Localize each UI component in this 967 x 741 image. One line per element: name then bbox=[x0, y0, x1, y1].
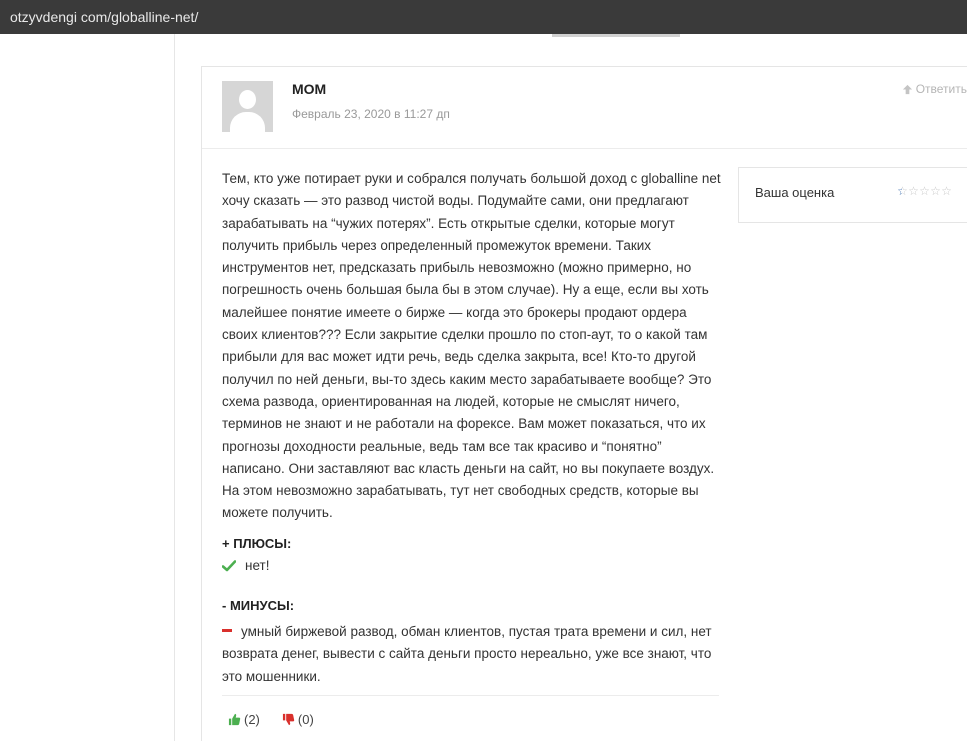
star-icon[interactable]: ☆ bbox=[941, 184, 952, 198]
upvote-count: (2) bbox=[244, 712, 260, 727]
top-divider bbox=[552, 34, 680, 37]
comment-author[interactable]: MOM bbox=[292, 81, 326, 97]
cons-item: умный биржевой развод, обман клиентов, п… bbox=[222, 621, 722, 688]
comment-date[interactable]: Февраль 23, 2020 в 11:27 дп bbox=[292, 107, 450, 121]
cons-text: умный биржевой развод, обман клиентов, п… bbox=[222, 624, 712, 684]
url-text: otzyvdengi com/globalline-net/ bbox=[10, 9, 199, 25]
pros-text: нет! bbox=[245, 558, 270, 573]
reply-label: Ответить bbox=[915, 82, 967, 96]
comment-header: MOM Февраль 23, 2020 в 11:27 дп Ответить bbox=[202, 67, 967, 149]
comment-card: MOM Февраль 23, 2020 в 11:27 дп Ответить… bbox=[201, 66, 967, 741]
downvote-button[interactable]: (0) bbox=[282, 712, 314, 727]
thumbs-down-icon bbox=[282, 713, 295, 726]
minus-icon bbox=[222, 628, 232, 632]
avatar bbox=[222, 81, 273, 132]
rating-label: Ваша оценка bbox=[755, 185, 835, 200]
star-icon[interactable]: ☆ bbox=[908, 184, 919, 198]
address-bar[interactable]: otzyvdengi com/globalline-net/ bbox=[0, 0, 967, 34]
upvote-button[interactable]: (2) bbox=[228, 712, 260, 727]
cons-title: - МИНУСЫ: bbox=[222, 598, 295, 613]
pros-title: + ПЛЮСЫ: bbox=[222, 536, 292, 551]
sidebar-border bbox=[174, 34, 175, 741]
star-icon[interactable]: ☆ bbox=[919, 184, 930, 198]
rating-box: Ваша оценка ☆ ☆ ☆ ☆ ☆ bbox=[738, 167, 967, 223]
rating-stars[interactable]: ☆ ☆ ☆ ☆ ☆ bbox=[897, 184, 952, 198]
vote-bar: (2) (0) bbox=[228, 712, 336, 727]
star-icon[interactable]: ☆ bbox=[930, 184, 941, 198]
thumbs-up-icon bbox=[228, 713, 241, 726]
reply-button[interactable]: Ответить bbox=[902, 82, 967, 96]
check-icon bbox=[222, 559, 236, 571]
star-icon[interactable]: ☆ bbox=[897, 184, 908, 198]
comment-body: Тем, кто уже потирает руки и собрался по… bbox=[222, 171, 721, 521]
pros-item: нет! bbox=[222, 558, 269, 573]
divider bbox=[222, 695, 719, 696]
downvote-count: (0) bbox=[297, 712, 314, 727]
arrow-up-icon bbox=[902, 84, 912, 94]
